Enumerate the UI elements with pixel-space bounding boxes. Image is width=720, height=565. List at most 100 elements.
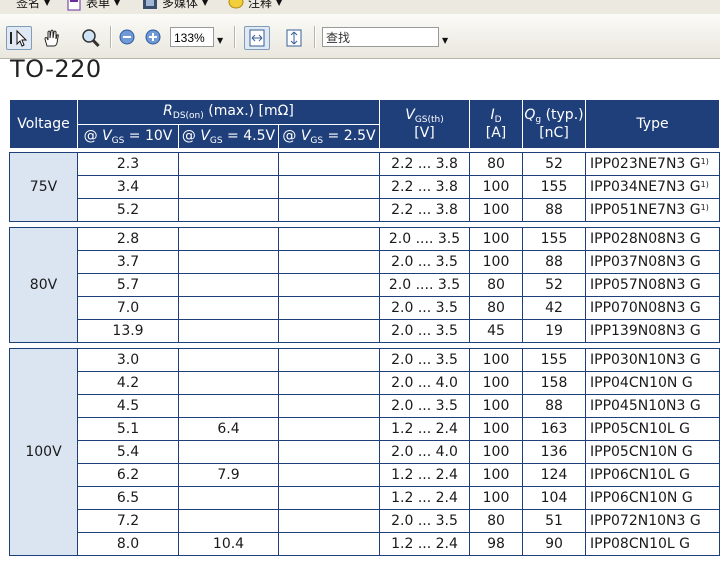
menu-sign-label: 签名 bbox=[16, 0, 41, 10]
rds-4-5v-cell bbox=[178, 152, 279, 176]
product-table-body: 75V 2.3 2.2 ... 3.8 80 52 IPP023NE7N3 G1) 3.4 2… bbox=[9, 148, 720, 556]
header-vgsth: VGS(th) [V] bbox=[379, 99, 470, 149]
footnote-marker: 1) bbox=[700, 157, 709, 166]
toolbar: 133% ▼ 查找 ▼ bbox=[0, 14, 720, 59]
fit-page-button[interactable] bbox=[281, 26, 307, 50]
zoom-level-input[interactable]: 133% bbox=[170, 27, 214, 47]
rds-4-5v-cell: 6.4 bbox=[178, 417, 279, 441]
type-cell: IPP045N10N3 G bbox=[585, 394, 720, 418]
vgsth-cell: 1.2 ... 2.4 bbox=[379, 532, 470, 556]
rds-2-5v-cell bbox=[278, 296, 380, 320]
type-cell: IPP06CN10L G bbox=[585, 463, 720, 487]
vgsth-cell: 2.0 .... 3.5 bbox=[379, 273, 470, 297]
vgsth-cell: 2.0 ... 3.5 bbox=[379, 250, 470, 274]
chevron-down-icon: ▼ bbox=[276, 0, 283, 7]
type-name: IPP05CN10N G bbox=[590, 444, 693, 460]
vgsth-cell: 2.2 ... 3.8 bbox=[379, 198, 470, 222]
rds-10v-cell: 5.7 bbox=[77, 273, 179, 297]
table-row: 6.5 1.2 ... 2.4 100 104 IPP06CN10N G bbox=[10, 486, 720, 510]
type-cell: IPP023NE7N3 G1) bbox=[585, 152, 720, 176]
type-cell: IPP037N08N3 G bbox=[585, 250, 720, 274]
menu-comments[interactable]: 注释 ▼ bbox=[228, 0, 282, 11]
rds-4-5v-cell bbox=[178, 198, 279, 222]
table-row: 5.4 2.0 ... 4.0 100 136 IPP05CN10N G bbox=[10, 440, 720, 464]
id-cell: 98 bbox=[469, 532, 523, 556]
type-name: IPP057N08N3 G bbox=[590, 277, 701, 293]
menu-bar: 签名 ▼ 表单 ▼ 多媒体 ▼ 注释 ▼ bbox=[0, 0, 720, 15]
rds-2-5v-cell bbox=[278, 250, 380, 274]
zoom-in-icon bbox=[145, 29, 161, 45]
hand-icon bbox=[44, 29, 59, 47]
menu-comments-label: 注释 bbox=[248, 0, 273, 10]
id-cell: 100 bbox=[469, 440, 523, 464]
type-name: IPP030N10N3 G bbox=[590, 352, 701, 368]
table-row: 5.7 2.0 .... 3.5 80 52 IPP057N08N3 G bbox=[10, 273, 720, 297]
rds-4-5v-cell bbox=[178, 509, 279, 533]
qg-cell: 163 bbox=[522, 417, 586, 441]
type-name: IPP139N08N3 G bbox=[590, 323, 701, 339]
type-name: IPP08CN10L G bbox=[590, 536, 690, 552]
fit-width-button[interactable] bbox=[244, 26, 270, 50]
table-row: 75V 2.3 2.2 ... 3.8 80 52 IPP023NE7N3 G1) bbox=[9, 152, 720, 222]
table-row: 3.7 2.0 ... 3.5 100 88 IPP037N08N3 G bbox=[10, 250, 720, 274]
rds-4-5v-cell bbox=[178, 319, 279, 343]
type-name: IPP06CN10L G bbox=[590, 467, 690, 483]
rds-2-5v-cell bbox=[278, 152, 380, 176]
menu-sign[interactable]: 签名 ▼ bbox=[16, 0, 50, 11]
page-title: TO-220 bbox=[10, 59, 102, 83]
table-row: 6.2 7.9 1.2 ... 2.4 100 124 IPP06CN10L G bbox=[10, 463, 720, 487]
comment-icon bbox=[228, 0, 244, 11]
id-cell: 100 bbox=[469, 198, 523, 222]
product-table: Voltage RDS(on) (max.) [mΩ] VGS(th) [V] I… bbox=[9, 99, 720, 556]
menu-forms[interactable]: 表单 ▼ bbox=[66, 0, 120, 11]
document-view[interactable]: TO-220 Voltage RDS(on) (max.) [mΩ] VGS(t… bbox=[0, 59, 720, 565]
hand-tool-button[interactable] bbox=[38, 26, 64, 50]
zoom-out-button[interactable] bbox=[118, 26, 136, 48]
table-row: 7.2 2.0 ... 3.5 80 51 IPP072N10N3 G bbox=[10, 509, 720, 533]
header-type: Type bbox=[585, 99, 720, 149]
rds-2-5v-cell bbox=[278, 440, 380, 464]
id-cell: 100 bbox=[469, 463, 523, 487]
rds-2-5v-cell bbox=[278, 486, 380, 510]
vgsth-cell: 2.0 ... 3.5 bbox=[379, 394, 470, 418]
toolbar-separator bbox=[110, 26, 111, 48]
rds-10v-cell: 2.3 bbox=[77, 152, 179, 176]
vgsth-cell: 2.0 ... 3.5 bbox=[379, 348, 470, 372]
find-input[interactable]: 查找 bbox=[322, 27, 439, 47]
magnifier-icon bbox=[82, 29, 100, 47]
rds-10v-cell: 5.1 bbox=[77, 417, 179, 441]
type-name: IPP023NE7N3 G bbox=[590, 156, 701, 172]
chevron-down-icon[interactable]: ▼ bbox=[442, 36, 448, 45]
menu-multimedia[interactable]: 多媒体 ▼ bbox=[142, 0, 208, 11]
type-name: IPP051NE7N3 G bbox=[590, 202, 701, 218]
footnote-marker: 1) bbox=[700, 180, 709, 189]
type-name: IPP034NE7N3 G bbox=[590, 179, 701, 195]
vgsth-cell: 2.0 ... 4.0 bbox=[379, 440, 470, 464]
type-cell: IPP04CN10N G bbox=[585, 371, 720, 395]
marquee-zoom-button[interactable] bbox=[78, 26, 104, 50]
type-cell: IPP06CN10N G bbox=[585, 486, 720, 510]
rds-2-5v-cell bbox=[278, 463, 380, 487]
voltage-cell: 75V bbox=[9, 152, 78, 222]
rds-2-5v-cell bbox=[278, 371, 380, 395]
type-cell: IPP072N10N3 G bbox=[585, 509, 720, 533]
qg-cell: 88 bbox=[522, 250, 586, 274]
chevron-down-icon[interactable]: ▼ bbox=[217, 36, 223, 45]
rds-2-5v-cell bbox=[278, 532, 380, 556]
header-id: ID [A] bbox=[469, 99, 523, 149]
table-row: 4.5 2.0 ... 3.5 100 88 IPP045N10N3 G bbox=[10, 394, 720, 418]
rds-10v-cell: 3.4 bbox=[77, 175, 179, 199]
rds-10v-cell: 8.0 bbox=[77, 532, 179, 556]
id-cell: 80 bbox=[469, 152, 523, 176]
rds-10v-cell: 5.2 bbox=[77, 198, 179, 222]
table-row: 80V 2.8 2.0 .... 3.5 100 155 IPP028N08N3 G bbox=[9, 227, 720, 343]
rds-10v-cell: 5.4 bbox=[77, 440, 179, 464]
chevron-down-icon: ▼ bbox=[202, 0, 209, 7]
type-name: IPP028N08N3 G bbox=[590, 231, 701, 247]
table-row: 7.0 2.0 ... 3.5 80 42 IPP070N08N3 G bbox=[10, 296, 720, 320]
select-tool-button[interactable] bbox=[6, 26, 32, 50]
film-icon bbox=[142, 0, 158, 11]
id-cell: 100 bbox=[469, 175, 523, 199]
rds-10v-cell: 6.2 bbox=[77, 463, 179, 487]
zoom-in-button[interactable] bbox=[144, 26, 162, 48]
